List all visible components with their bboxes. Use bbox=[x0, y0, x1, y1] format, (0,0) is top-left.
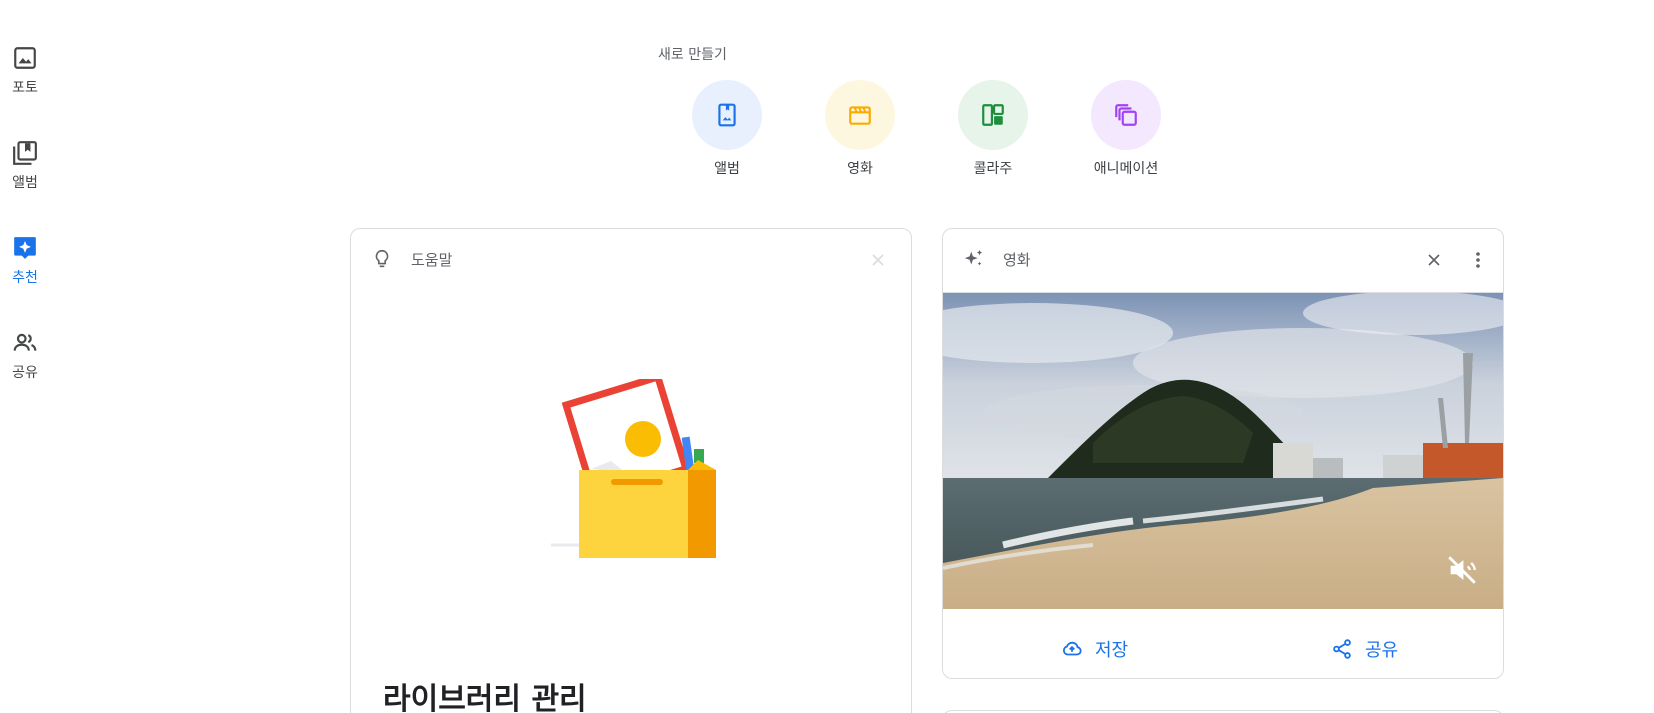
album-add-icon bbox=[718, 103, 736, 127]
volume-off-icon bbox=[1448, 556, 1476, 584]
help-card-heading: 라이브러리 관리 bbox=[383, 682, 587, 713]
create-collage-label: 콜라주 bbox=[973, 161, 1013, 177]
nav-label: 공유 bbox=[12, 365, 38, 381]
photo-icon bbox=[14, 47, 36, 69]
lightbulb-icon bbox=[375, 249, 389, 268]
animation-icon bbox=[1115, 104, 1137, 126]
close-icon bbox=[1428, 254, 1440, 266]
create-movie-circle bbox=[825, 80, 895, 150]
movie-preview[interactable] bbox=[943, 293, 1503, 609]
share-icon bbox=[1333, 639, 1351, 659]
create-new-title: 새로 만들기 bbox=[658, 47, 727, 63]
create-movie-button[interactable]: 영화 bbox=[810, 80, 910, 178]
movie-suggestion-card: 영화 저장 공유 bbox=[942, 228, 1504, 679]
nav-label: 추천 bbox=[12, 270, 38, 286]
sparkle-icon bbox=[964, 249, 983, 266]
create-new-row: 앨범 영화 콜라주 애니메이션 bbox=[0, 80, 1654, 180]
save-button[interactable]: 저장 bbox=[1061, 629, 1128, 669]
create-album-label: 앨범 bbox=[714, 161, 740, 177]
close-icon bbox=[872, 254, 884, 266]
cloud-upload-icon bbox=[1063, 641, 1082, 656]
library-illustration bbox=[551, 379, 716, 558]
create-animation-button[interactable]: 애니메이션 bbox=[1076, 80, 1176, 178]
movie-card-title: 영화 bbox=[1003, 251, 1031, 269]
create-movie-label: 영화 bbox=[847, 161, 873, 177]
more-vert-icon bbox=[1476, 252, 1480, 268]
nav-item-sharing[interactable]: 공유 bbox=[0, 330, 50, 400]
help-card-title: 도움말 bbox=[411, 251, 453, 269]
movie-close-button[interactable] bbox=[1421, 247, 1447, 273]
create-animation-label: 애니메이션 bbox=[1093, 161, 1159, 177]
create-collage-circle bbox=[958, 80, 1028, 150]
nav-item-recommended[interactable]: 추천 bbox=[0, 235, 50, 305]
create-collage-button[interactable]: 콜라주 bbox=[943, 80, 1043, 178]
create-album-circle bbox=[692, 80, 762, 150]
movie-card-header: 영화 bbox=[943, 229, 1503, 291]
sparkle-badge-icon bbox=[14, 237, 36, 259]
create-album-button[interactable]: 앨범 bbox=[677, 80, 777, 178]
beach-photo bbox=[943, 293, 1503, 609]
movie-clapper-icon bbox=[849, 106, 871, 125]
share-label: 공유 bbox=[1365, 640, 1399, 661]
help-card-header: 도움말 bbox=[351, 229, 911, 291]
people-icon bbox=[13, 333, 37, 351]
share-button[interactable]: 공유 bbox=[1331, 629, 1398, 669]
help-close-button[interactable] bbox=[865, 247, 891, 273]
movie-more-button[interactable] bbox=[1465, 247, 1491, 273]
create-animation-circle bbox=[1091, 80, 1161, 150]
help-card: 도움말 라이브러리 관리 bbox=[350, 228, 912, 713]
save-label: 저장 bbox=[1095, 640, 1129, 661]
mute-button[interactable] bbox=[1445, 553, 1479, 587]
collage-icon bbox=[982, 104, 1004, 126]
